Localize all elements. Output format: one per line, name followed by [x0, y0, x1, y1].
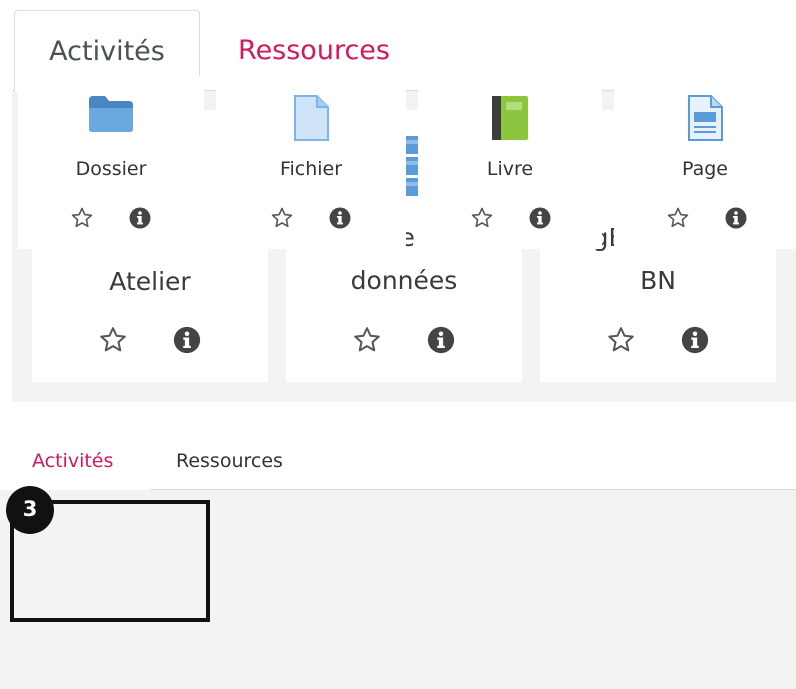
tab-activites[interactable]: Activités — [32, 446, 113, 476]
card-actions — [286, 325, 522, 355]
info-icon[interactable] — [328, 206, 352, 234]
resource-card-page[interactable]: Page — [614, 76, 796, 249]
page-icon — [614, 94, 796, 146]
star-icon[interactable] — [606, 325, 636, 359]
resource-card-fichier[interactable]: Fichier — [216, 76, 406, 249]
star-icon[interactable] — [70, 206, 94, 234]
bottom-tab-bar: Activités Ressources — [0, 430, 796, 490]
tab-ressources[interactable]: Ressources — [176, 446, 283, 476]
activity-label: Atelier — [109, 267, 191, 296]
resource-label: Livre — [486, 158, 534, 180]
info-icon[interactable] — [172, 325, 202, 359]
info-icon[interactable] — [128, 206, 152, 234]
card-actions — [540, 325, 776, 355]
card-actions — [216, 206, 406, 236]
folder-icon — [18, 94, 204, 138]
file-icon — [216, 94, 406, 146]
info-icon[interactable] — [680, 325, 710, 359]
info-icon[interactable] — [528, 206, 552, 234]
tab-divider — [150, 489, 796, 490]
info-icon[interactable] — [426, 325, 456, 359]
card-actions — [18, 206, 204, 236]
book-icon — [418, 94, 602, 146]
info-icon[interactable] — [724, 206, 748, 234]
card-actions — [614, 206, 796, 236]
resource-card-livre[interactable]: Livre — [418, 76, 602, 249]
star-icon[interactable] — [270, 206, 294, 234]
card-actions — [418, 206, 602, 236]
star-icon[interactable] — [470, 206, 494, 234]
star-icon[interactable] — [666, 206, 690, 234]
activity-label-line2: BN — [640, 266, 676, 295]
card-actions — [32, 325, 268, 355]
star-icon[interactable] — [352, 325, 382, 359]
activity-label-line2: données — [350, 266, 458, 295]
step-badge: 3 — [6, 486, 54, 534]
star-icon[interactable] — [98, 325, 128, 359]
resource-card-dossier[interactable]: Dossier — [18, 76, 204, 249]
resource-label: Dossier — [75, 158, 147, 180]
resource-label: Fichier — [279, 158, 343, 180]
resource-label: Page — [682, 158, 728, 180]
